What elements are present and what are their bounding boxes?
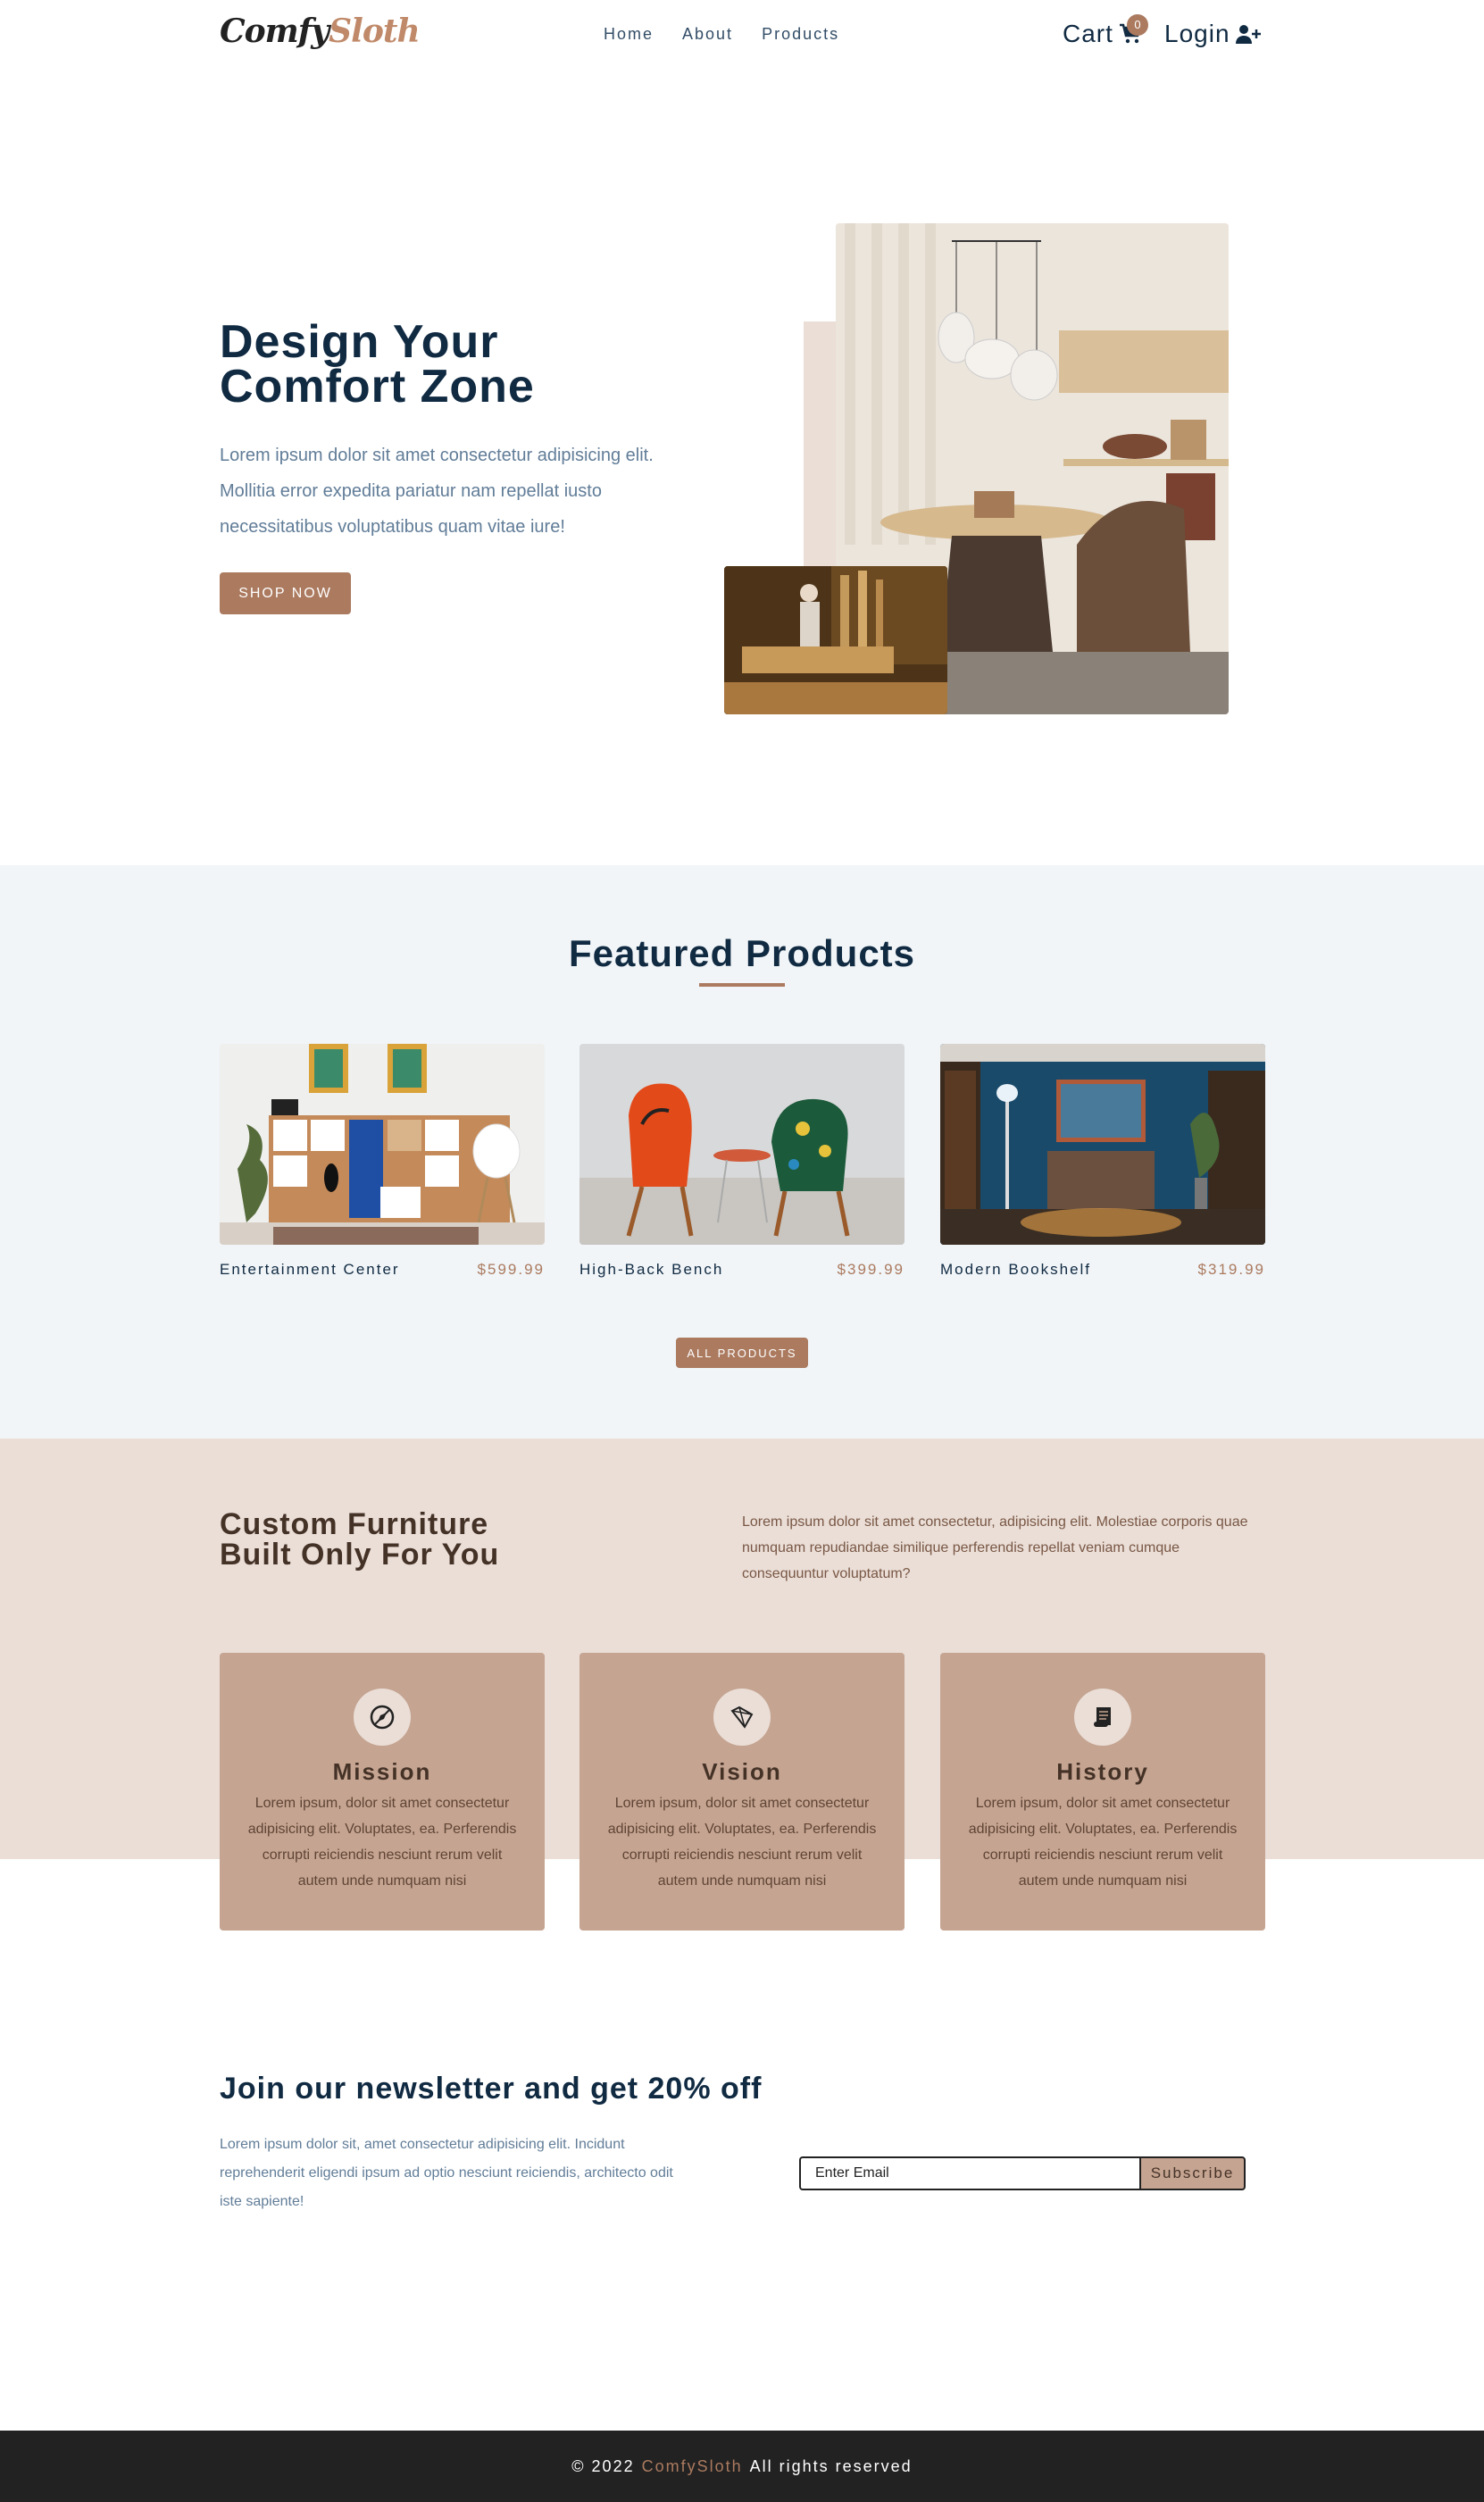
user-plus-icon: [1235, 25, 1261, 44]
product-card[interactable]: Modern Bookshelf $319.99: [940, 1044, 1265, 1278]
product-price: $319.99: [1197, 1261, 1265, 1278]
services-title-line2: Built Only For You: [220, 1538, 500, 1572]
service-card-title: Mission: [332, 1758, 432, 1785]
cart-label: Cart: [1063, 20, 1113, 47]
product-card[interactable]: High-Back Bench $399.99: [579, 1044, 905, 1278]
compass-icon: [354, 1689, 411, 1746]
service-card-text: Lorem ipsum, dolor sit amet consectetur …: [968, 1796, 1238, 1889]
shop-now-button[interactable]: SHOP NOW: [220, 572, 351, 614]
product-image-modern-bookshelf[interactable]: [940, 1044, 1265, 1245]
footer-rights: All rights reserved: [749, 2456, 913, 2475]
hero-accent-block: [804, 321, 839, 589]
product-image-entertainment-center[interactable]: [220, 1044, 545, 1245]
service-card-mission: Mission Lorem ipsum, dolor sit amet cons…: [220, 1653, 545, 1931]
product-card[interactable]: Entertainment Center $599.99: [220, 1044, 545, 1278]
footer-copyright: © 2022: [571, 2456, 635, 2475]
services-title: Custom Furniture Built Only For You: [220, 1509, 499, 1570]
service-card-text: Lorem ipsum, dolor sit amet consectetur …: [247, 1796, 517, 1889]
featured-title: Featured Products: [568, 932, 916, 974]
scroll-icon: [1074, 1689, 1131, 1746]
hero-title-line2: Comfort Zone: [220, 361, 535, 413]
newsletter-title: Join our newsletter and get 20% off: [220, 2072, 763, 2106]
nav-link-home[interactable]: Home: [604, 25, 654, 44]
nav-links: Home About Products: [604, 25, 839, 44]
newsletter-text: Lorem ipsum dolor sit, amet consectetur …: [220, 2137, 673, 2209]
subscribe-button[interactable]: Subscribe: [1139, 2156, 1246, 2190]
hero-small-image: [724, 566, 947, 714]
logo[interactable]: ComfySloth: [220, 13, 421, 50]
footer-brand: ComfySloth: [641, 2456, 743, 2475]
service-card-title: Vision: [702, 1758, 782, 1785]
diamond-icon: [713, 1689, 771, 1746]
product-price: $599.99: [477, 1261, 545, 1278]
login-button[interactable]: Login: [1164, 20, 1261, 48]
product-name: Modern Bookshelf: [940, 1261, 1092, 1278]
hero-text: Lorem ipsum dolor sit amet consectetur a…: [220, 446, 654, 537]
product-image-high-back-bench[interactable]: [579, 1044, 905, 1245]
service-card-title: History: [1056, 1758, 1149, 1785]
navbar: ComfySloth Home About Products Cart 0 Lo…: [0, 0, 1484, 71]
service-card-text: Lorem ipsum, dolor sit amet consectetur …: [607, 1796, 877, 1889]
services-title-line1: Custom Furniture: [220, 1507, 489, 1541]
hero-title: Design Your Comfort Zone: [220, 319, 535, 410]
service-card-history: History Lorem ipsum, dolor sit amet cons…: [940, 1653, 1265, 1931]
product-name: High-Back Bench: [579, 1261, 724, 1278]
cart-count-badge: 0: [1127, 14, 1148, 36]
services-text: Lorem ipsum dolor sit amet consectetur, …: [742, 1514, 1248, 1581]
featured-underline: [699, 983, 785, 987]
logo-part-sloth: Sloth: [329, 13, 420, 50]
product-price: $399.99: [837, 1261, 905, 1278]
footer: © 2022 ComfySloth All rights reserved: [0, 2431, 1484, 2502]
nav-link-products[interactable]: Products: [762, 25, 839, 44]
service-card-vision: Vision Lorem ipsum, dolor sit amet conse…: [579, 1653, 905, 1931]
nav-link-about[interactable]: About: [682, 25, 733, 44]
all-products-button[interactable]: ALL PRODUCTS: [676, 1338, 808, 1368]
logo-part-comfy: Comfy: [220, 13, 329, 50]
newsletter-form: Subscribe: [799, 2156, 1246, 2190]
login-label: Login: [1164, 20, 1230, 47]
email-input[interactable]: [799, 2156, 1139, 2190]
product-name: Entertainment Center: [220, 1261, 400, 1278]
